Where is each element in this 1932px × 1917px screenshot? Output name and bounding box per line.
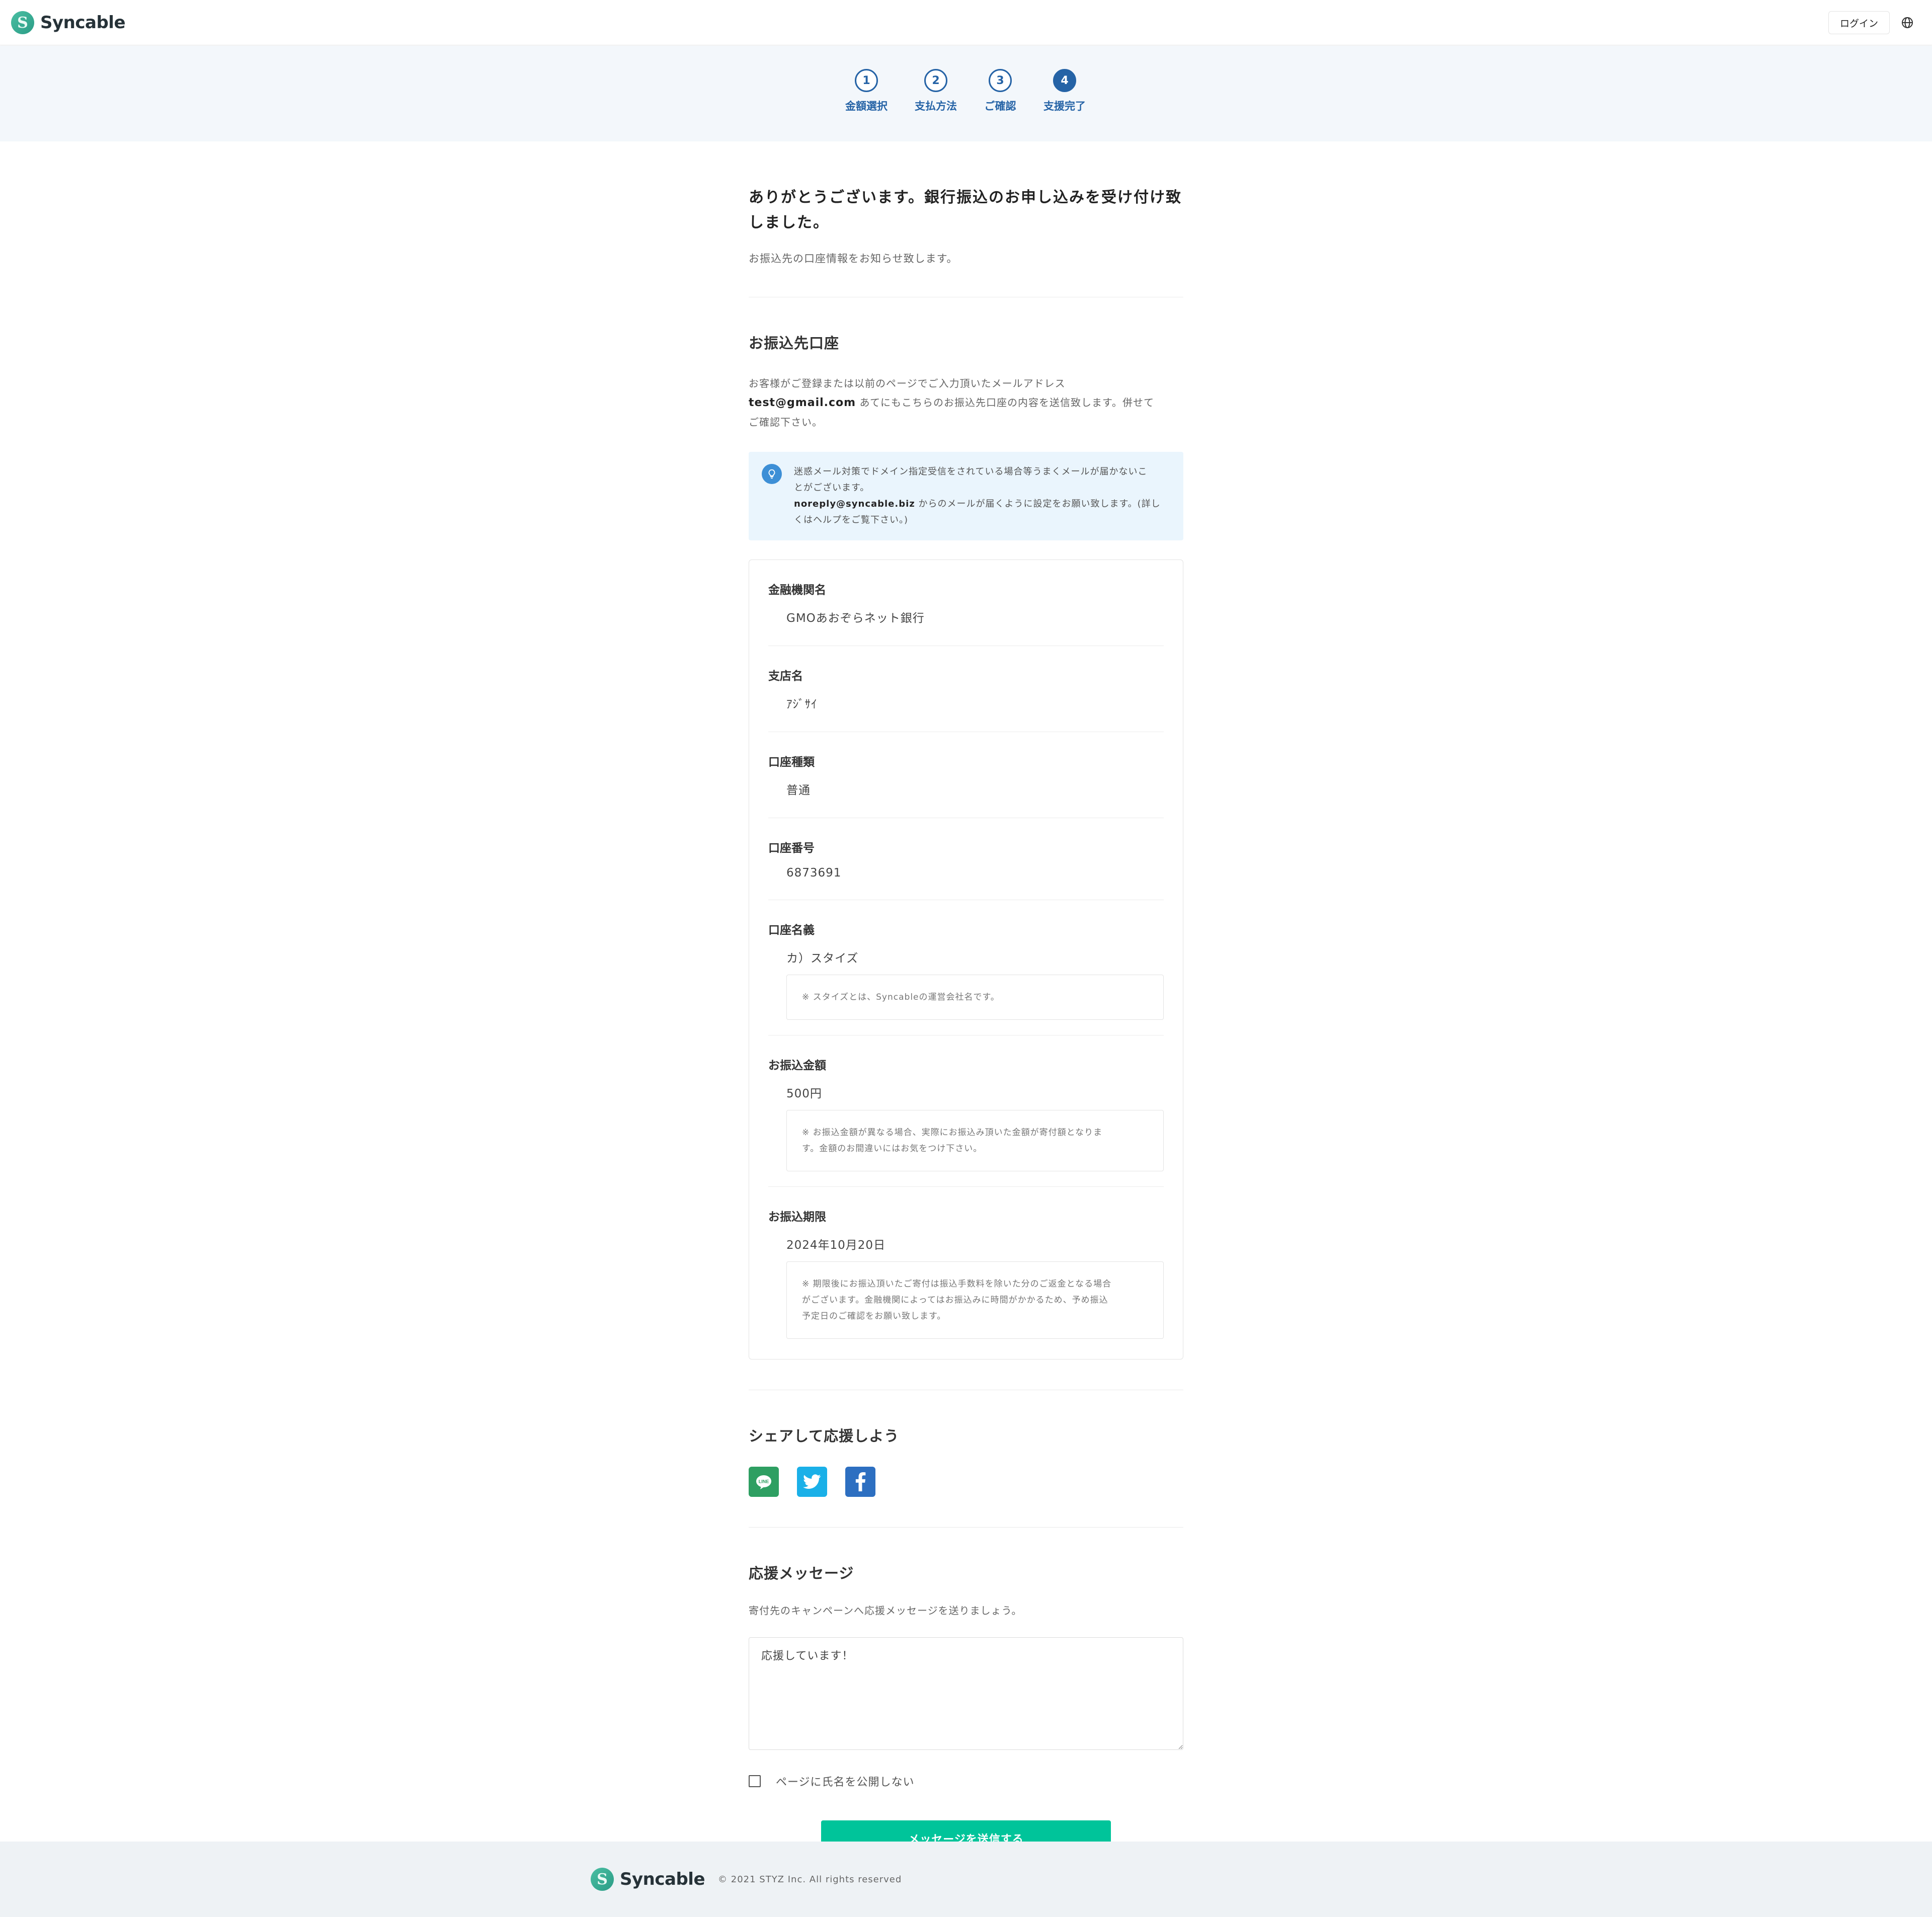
account-holder-field: 口座名義 カ）スタイズ ※ スタイズとは、Syncableの運営会社名です。 — [768, 920, 1164, 1035]
field-label: 口座名義 — [768, 924, 815, 937]
step-payment-method: 2 支払方法 — [906, 69, 966, 113]
notice-text: noreply@syncable.biz からのメールが届くように設定をお願い致… — [794, 496, 1165, 528]
message-section-title: 応援メッセージ — [749, 1565, 854, 1582]
noreply-email: noreply@syncable.biz — [794, 499, 915, 509]
step-number: 2 — [924, 69, 947, 92]
step-number: 3 — [989, 69, 1012, 92]
note-line: す。金額のお間違いにはお気をつけ下さい。 — [802, 1144, 983, 1154]
twitter-share-button[interactable] — [797, 1467, 827, 1497]
brand-logo[interactable]: S Syncable — [11, 11, 126, 34]
account-info-box: 金融機関名 GMOあおぞらネット銀行 支店名 ｱｼﾞｻｲ 口座種類 普通 口座番… — [749, 560, 1183, 1360]
field-label: 支店名 — [768, 670, 803, 683]
spam-notice: 迷惑メール対策でドメイン指定受信をされている場合等うまくメールが届かないこ とが… — [749, 452, 1183, 540]
notice-line: からのメールが届くように設定をお願い致します。(詳し — [915, 499, 1161, 509]
amount-note: ※ お振込金額が異なる場合、実際にお振込み頂いた金額が寄付額となりま す。金額の… — [786, 1110, 1164, 1171]
field-label: お振込金額 — [768, 1059, 826, 1072]
account-number-field: 口座番号 6873691 — [768, 838, 1164, 900]
notice-line: とがございます。 — [794, 483, 870, 493]
footer-brand-name: Syncable — [620, 1869, 705, 1889]
desc-text: ご確認下さい。 — [749, 416, 823, 428]
share-section-title: シェアして応援しよう — [749, 1427, 900, 1445]
holder-note: ※ スタイズとは、Syncableの運営会社名です。 — [786, 975, 1164, 1020]
thanks-heading-line2: しました。 — [749, 214, 829, 231]
hide-name-option[interactable]: ページに氏名を公開しない — [749, 1773, 1183, 1789]
note-line: ※ 期限後にお振込頂いたご寄付は振込手数料を除いた分のご返金となる場合 — [802, 1279, 1112, 1289]
copyright-text: © 2021 STYZ Inc. All rights reserved — [718, 1874, 902, 1885]
transfer-amount-field: お振込金額 500円 ※ お振込金額が異なる場合、実際にお振込み頂いた金額が寄付… — [768, 1056, 1164, 1187]
account-type-field: 口座種類 普通 — [768, 752, 1164, 818]
note-line: がございます。金融機関によってはお振込みに時間がかかるため、予め振込 — [802, 1295, 1108, 1305]
line-share-button[interactable]: LINE — [749, 1467, 779, 1497]
thanks-heading-line1: ありがとうございます。銀行振込のお申し込みを受け付け致 — [749, 189, 1182, 206]
bank-name-value: GMOあおぞらネット銀行 — [786, 612, 925, 625]
line-icon: LINE — [756, 1475, 771, 1489]
bank-name-field: 金融機関名 GMOあおぞらネット銀行 — [768, 580, 1164, 646]
desc-text: お客様がご登録または以前のページでご入力頂いたメールアドレス — [749, 377, 1066, 389]
step-confirmation: 3 ご確認 — [970, 69, 1030, 113]
account-holder-value: カ）スタイズ — [786, 952, 859, 965]
step-number: 1 — [855, 69, 878, 92]
facebook-share-button[interactable] — [845, 1467, 875, 1497]
account-type-value: 普通 — [786, 784, 811, 797]
step-label: 支払方法 — [915, 100, 957, 112]
site-header: S Syncable ログイン — [0, 0, 1932, 45]
user-email: test@gmail.com — [749, 396, 856, 409]
svg-text:LINE: LINE — [759, 1479, 769, 1484]
notice-line: 迷惑メール対策でドメイン指定受信をされている場合等うまくメールが届かないこ — [794, 466, 1148, 477]
hide-name-checkbox[interactable] — [749, 1775, 761, 1787]
branch-name-field: 支店名 ｱｼﾞｻｲ — [768, 666, 1164, 732]
field-label: 口座種類 — [768, 756, 815, 769]
step-complete: 4 支援完了 — [1034, 69, 1095, 113]
step-label: 金額選択 — [845, 100, 888, 112]
syncable-logo-icon: S — [591, 1868, 614, 1891]
transfer-deadline-value: 2024年10月20日 — [786, 1239, 886, 1252]
transfer-section-title: お振込先口座 — [749, 335, 840, 352]
transfer-amount-value: 500円 — [786, 1087, 822, 1100]
field-label: お振込期限 — [768, 1211, 826, 1224]
section-divider — [749, 1527, 1183, 1528]
notice-text: 迷惑メール対策でドメイン指定受信をされている場合等うまくメールが届かないこ とが… — [794, 464, 1165, 496]
field-label: 口座番号 — [768, 842, 815, 855]
thanks-heading: ありがとうございます。銀行振込のお申し込みを受け付け致 しました。 — [749, 185, 1183, 235]
note-line: 予定日のご確認をお願い致します。 — [802, 1311, 946, 1321]
step-number-active: 4 — [1053, 69, 1076, 92]
desc-text: あてにもこちらのお振込先口座の内容を送信致します。併せて — [856, 396, 1155, 409]
login-button[interactable]: ログイン — [1828, 11, 1890, 34]
language-globe-icon[interactable] — [1896, 11, 1919, 34]
transfer-description: お客様がご登録または以前のページでご入力頂いたメールアドレス test@gmai… — [749, 374, 1183, 432]
syncable-logo-icon: S — [11, 11, 34, 34]
thanks-subtitle: お振込先の口座情報をお知らせ致します。 — [749, 253, 958, 265]
account-number-value: 6873691 — [786, 866, 842, 880]
note-line: ※ お振込金額が異なる場合、実際にお振込み頂いた金額が寄付額となりま — [802, 1128, 1103, 1138]
facebook-icon — [855, 1472, 866, 1491]
progress-steps: 1 金額選択 2 支払方法 3 ご確認 4 支援完了 — [0, 46, 1932, 141]
site-footer: S Syncable © 2021 STYZ Inc. All rights r… — [0, 1842, 1932, 1917]
checkbox-label[interactable]: ページに氏名を公開しない — [776, 1773, 915, 1789]
step-label: 支援完了 — [1043, 100, 1086, 112]
notice-line: くはヘルプをご覧下さい。) — [794, 515, 909, 525]
transfer-deadline-field: お振込期限 2024年10月20日 ※ 期限後にお振込頂いたご寄付は振込手数料を… — [768, 1207, 1164, 1349]
twitter-bird-icon — [803, 1474, 821, 1489]
step-amount-selection: 1 金額選択 — [836, 69, 897, 113]
branch-name-value: ｱｼﾞｻｲ — [786, 698, 818, 711]
deadline-note: ※ 期限後にお振込頂いたご寄付は振込手数料を除いた分のご返金となる場合 がござい… — [786, 1261, 1164, 1339]
footer-brand: S Syncable © 2021 STYZ Inc. All rights r… — [591, 1868, 902, 1891]
main-content: ありがとうございます。銀行振込のお申し込みを受け付け致 しました。 お振込先の口… — [749, 185, 1183, 1857]
message-description: 寄付先のキャンペーンへ応援メッセージを送りましょう。 — [749, 1605, 1022, 1617]
lightbulb-icon — [762, 464, 782, 484]
share-buttons: LINE — [749, 1467, 1183, 1497]
field-label: 金融機関名 — [768, 584, 826, 597]
step-label: ご確認 — [984, 100, 1016, 112]
support-message-textarea[interactable]: 応援しています！ — [749, 1637, 1183, 1750]
brand-name: Syncable — [40, 13, 126, 33]
